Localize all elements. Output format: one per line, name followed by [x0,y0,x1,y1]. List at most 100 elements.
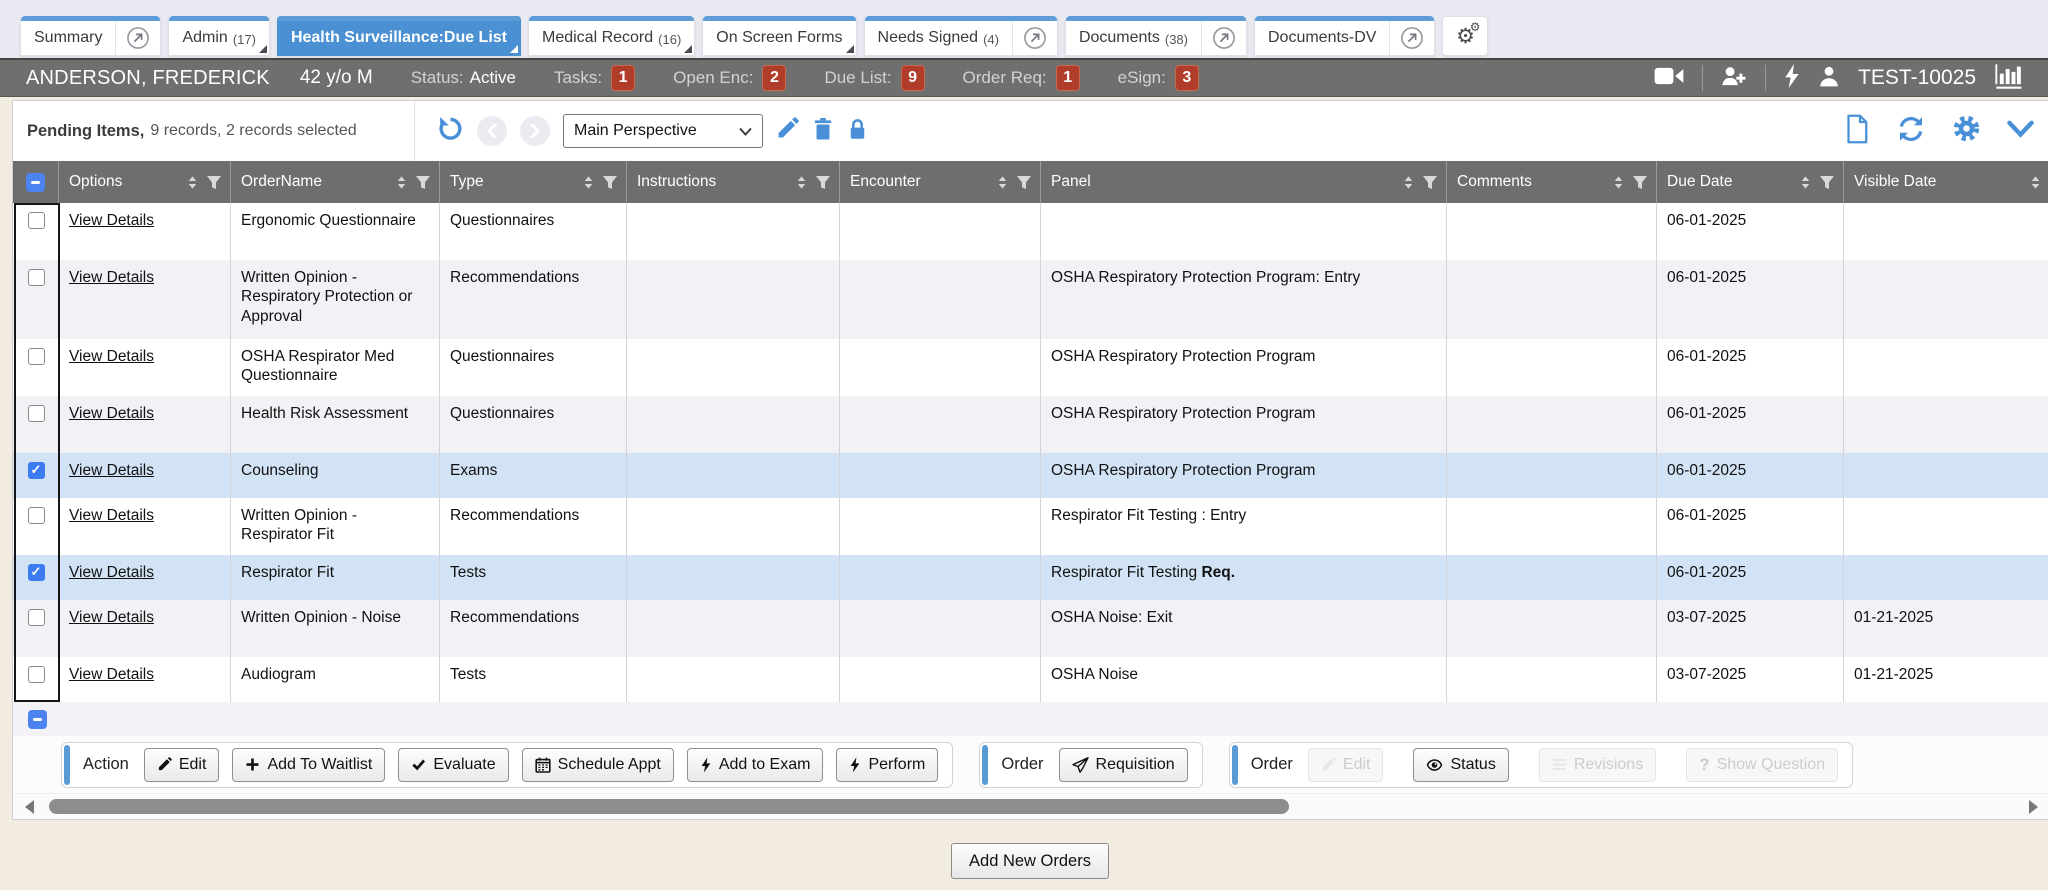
filter-icon[interactable] [1422,175,1438,190]
view-details-link[interactable]: View Details [69,609,154,626]
column-header-encounter[interactable]: Encounter [840,161,1041,203]
table-row[interactable]: View Details Health Risk Assessment Ques… [13,396,2048,453]
esign-count-badge[interactable]: 3 [1175,65,1199,91]
perform-button[interactable]: Perform [836,748,938,782]
view-details-link[interactable]: View Details [69,348,154,365]
collapse-chevron-icon[interactable] [2007,120,2034,143]
lock-perspective-icon[interactable] [847,117,868,146]
sort-icon[interactable] [996,175,1009,190]
tab-needs-signed[interactable]: Needs Signed(4) [864,16,1058,56]
row-checkbox[interactable] [28,348,45,365]
open-new-window-icon[interactable] [115,16,160,55]
table-row[interactable]: View Details Audiogram Tests OSHA Noise … [13,657,2048,702]
view-details-link[interactable]: View Details [69,564,154,581]
tab-on-screen-forms[interactable]: On Screen Forms [702,16,856,56]
schedule-appt-button[interactable]: Schedule Appt [522,748,674,782]
tasks-counter[interactable]: Tasks: 1 [554,65,635,91]
table-row[interactable]: View Details Written Opinion - Respirato… [13,498,2048,555]
tab-documents-dv[interactable]: Documents-DV [1254,16,1435,56]
sort-icon[interactable] [795,175,808,190]
status-button[interactable]: Status [1413,748,1508,782]
filter-icon[interactable] [1819,175,1835,190]
tab-settings-gears-icon[interactable]: ⚙⚙ [1442,16,1488,56]
undo-icon[interactable] [437,115,464,147]
filter-icon[interactable] [1632,175,1648,190]
sort-icon[interactable] [186,175,199,190]
tab-admin[interactable]: Admin(17) [168,16,269,56]
table-row[interactable]: View Details Written Opinion - Noise Rec… [13,600,2048,657]
tab-documents[interactable]: Documents(38) [1065,16,1247,56]
edit-perspective-pencil-icon[interactable] [776,117,799,145]
settings-gear-icon[interactable] [1952,114,1981,148]
sort-icon[interactable] [2029,175,2042,190]
scrollbar-thumb[interactable] [49,799,1289,814]
user-icon[interactable] [1818,65,1840,92]
quick-action-bolt-icon[interactable] [1784,64,1800,93]
table-row-selected[interactable]: View Details Counseling Exams OSHA Respi… [13,453,2048,498]
column-header-visible-date[interactable]: Visible Date [1844,161,2048,203]
order-req-counter[interactable]: Order Req: 1 [963,65,1080,91]
open-new-window-icon[interactable] [1012,16,1057,55]
row-checkbox[interactable] [28,609,45,626]
tab-medical-record[interactable]: Medical Record(16) [528,16,695,56]
next-page-icon[interactable] [520,116,550,146]
evaluate-button[interactable]: Evaluate [398,748,508,782]
row-checkbox[interactable] [28,212,45,229]
row-checkbox[interactable] [28,269,45,286]
open-enc-counter[interactable]: Open Enc: 2 [673,65,786,91]
row-checkbox-checked[interactable] [28,564,45,581]
sort-icon[interactable] [582,175,595,190]
analytics-chart-icon[interactable] [1994,63,2022,94]
sort-icon[interactable] [1402,175,1415,190]
column-header-comments[interactable]: Comments [1447,161,1657,203]
requisition-button[interactable]: Requisition [1059,748,1188,782]
tab-summary[interactable]: Summary [20,16,161,56]
refresh-icon[interactable] [1896,115,1926,148]
select-all-checkbox[interactable] [26,173,45,192]
column-header-type[interactable]: Type [440,161,627,203]
sort-icon[interactable] [1799,175,1812,190]
filter-icon[interactable] [815,175,831,190]
view-details-link[interactable]: View Details [69,212,154,229]
select-all-checkbox-bottom[interactable] [28,710,47,729]
add-to-waitlist-button[interactable]: Add To Waitlist [232,748,385,782]
column-header-instructions[interactable]: Instructions [627,161,840,203]
tab-health-surveillance-due-list[interactable]: Health Surveillance:Due List [277,16,521,56]
add-to-exam-button[interactable]: Add to Exam [687,748,824,782]
filter-icon[interactable] [206,175,222,190]
video-camera-icon[interactable] [1654,66,1684,91]
table-row[interactable]: View Details Ergonomic Questionnaire Que… [13,203,2048,260]
row-checkbox-checked[interactable] [28,462,45,479]
add-person-icon[interactable] [1721,65,1747,92]
view-details-link[interactable]: View Details [69,462,154,479]
scroll-right-arrow[interactable] [2029,800,2038,814]
due-list-counter[interactable]: Due List: 9 [824,65,924,91]
order-req-count-badge[interactable]: 1 [1056,65,1080,91]
sort-icon[interactable] [1612,175,1625,190]
add-new-orders-button[interactable]: Add New Orders [951,843,1109,879]
column-header-due-date[interactable]: Due Date [1657,161,1844,203]
table-row[interactable]: View Details OSHA Respirator Med Questio… [13,339,2048,396]
table-row-selected[interactable]: View Details Respirator Fit Tests Respir… [13,555,2048,600]
open-new-window-icon[interactable] [1201,16,1246,55]
filter-icon[interactable] [602,175,618,190]
delete-perspective-trash-icon[interactable] [812,117,834,146]
open-enc-count-badge[interactable]: 2 [762,65,786,91]
column-header-ordername[interactable]: OrderName [231,161,440,203]
view-details-link[interactable]: View Details [69,405,154,422]
edit-button[interactable]: Edit [144,748,220,782]
scroll-left-arrow[interactable] [25,800,34,814]
filter-icon[interactable] [1016,175,1032,190]
filter-icon[interactable] [415,175,431,190]
open-new-window-icon[interactable] [1389,16,1434,55]
row-checkbox[interactable] [28,507,45,524]
esign-counter[interactable]: eSign: 3 [1118,65,1199,91]
view-details-link[interactable]: View Details [69,269,154,286]
column-header-options[interactable]: Options [59,161,231,203]
column-header-panel[interactable]: Panel [1041,161,1447,203]
sort-icon[interactable] [395,175,408,190]
previous-page-icon[interactable] [477,116,507,146]
table-row[interactable]: View Details Written Opinion - Respirato… [13,260,2048,339]
due-list-count-badge[interactable]: 9 [901,65,925,91]
perspective-select[interactable]: Main Perspective [563,114,763,148]
